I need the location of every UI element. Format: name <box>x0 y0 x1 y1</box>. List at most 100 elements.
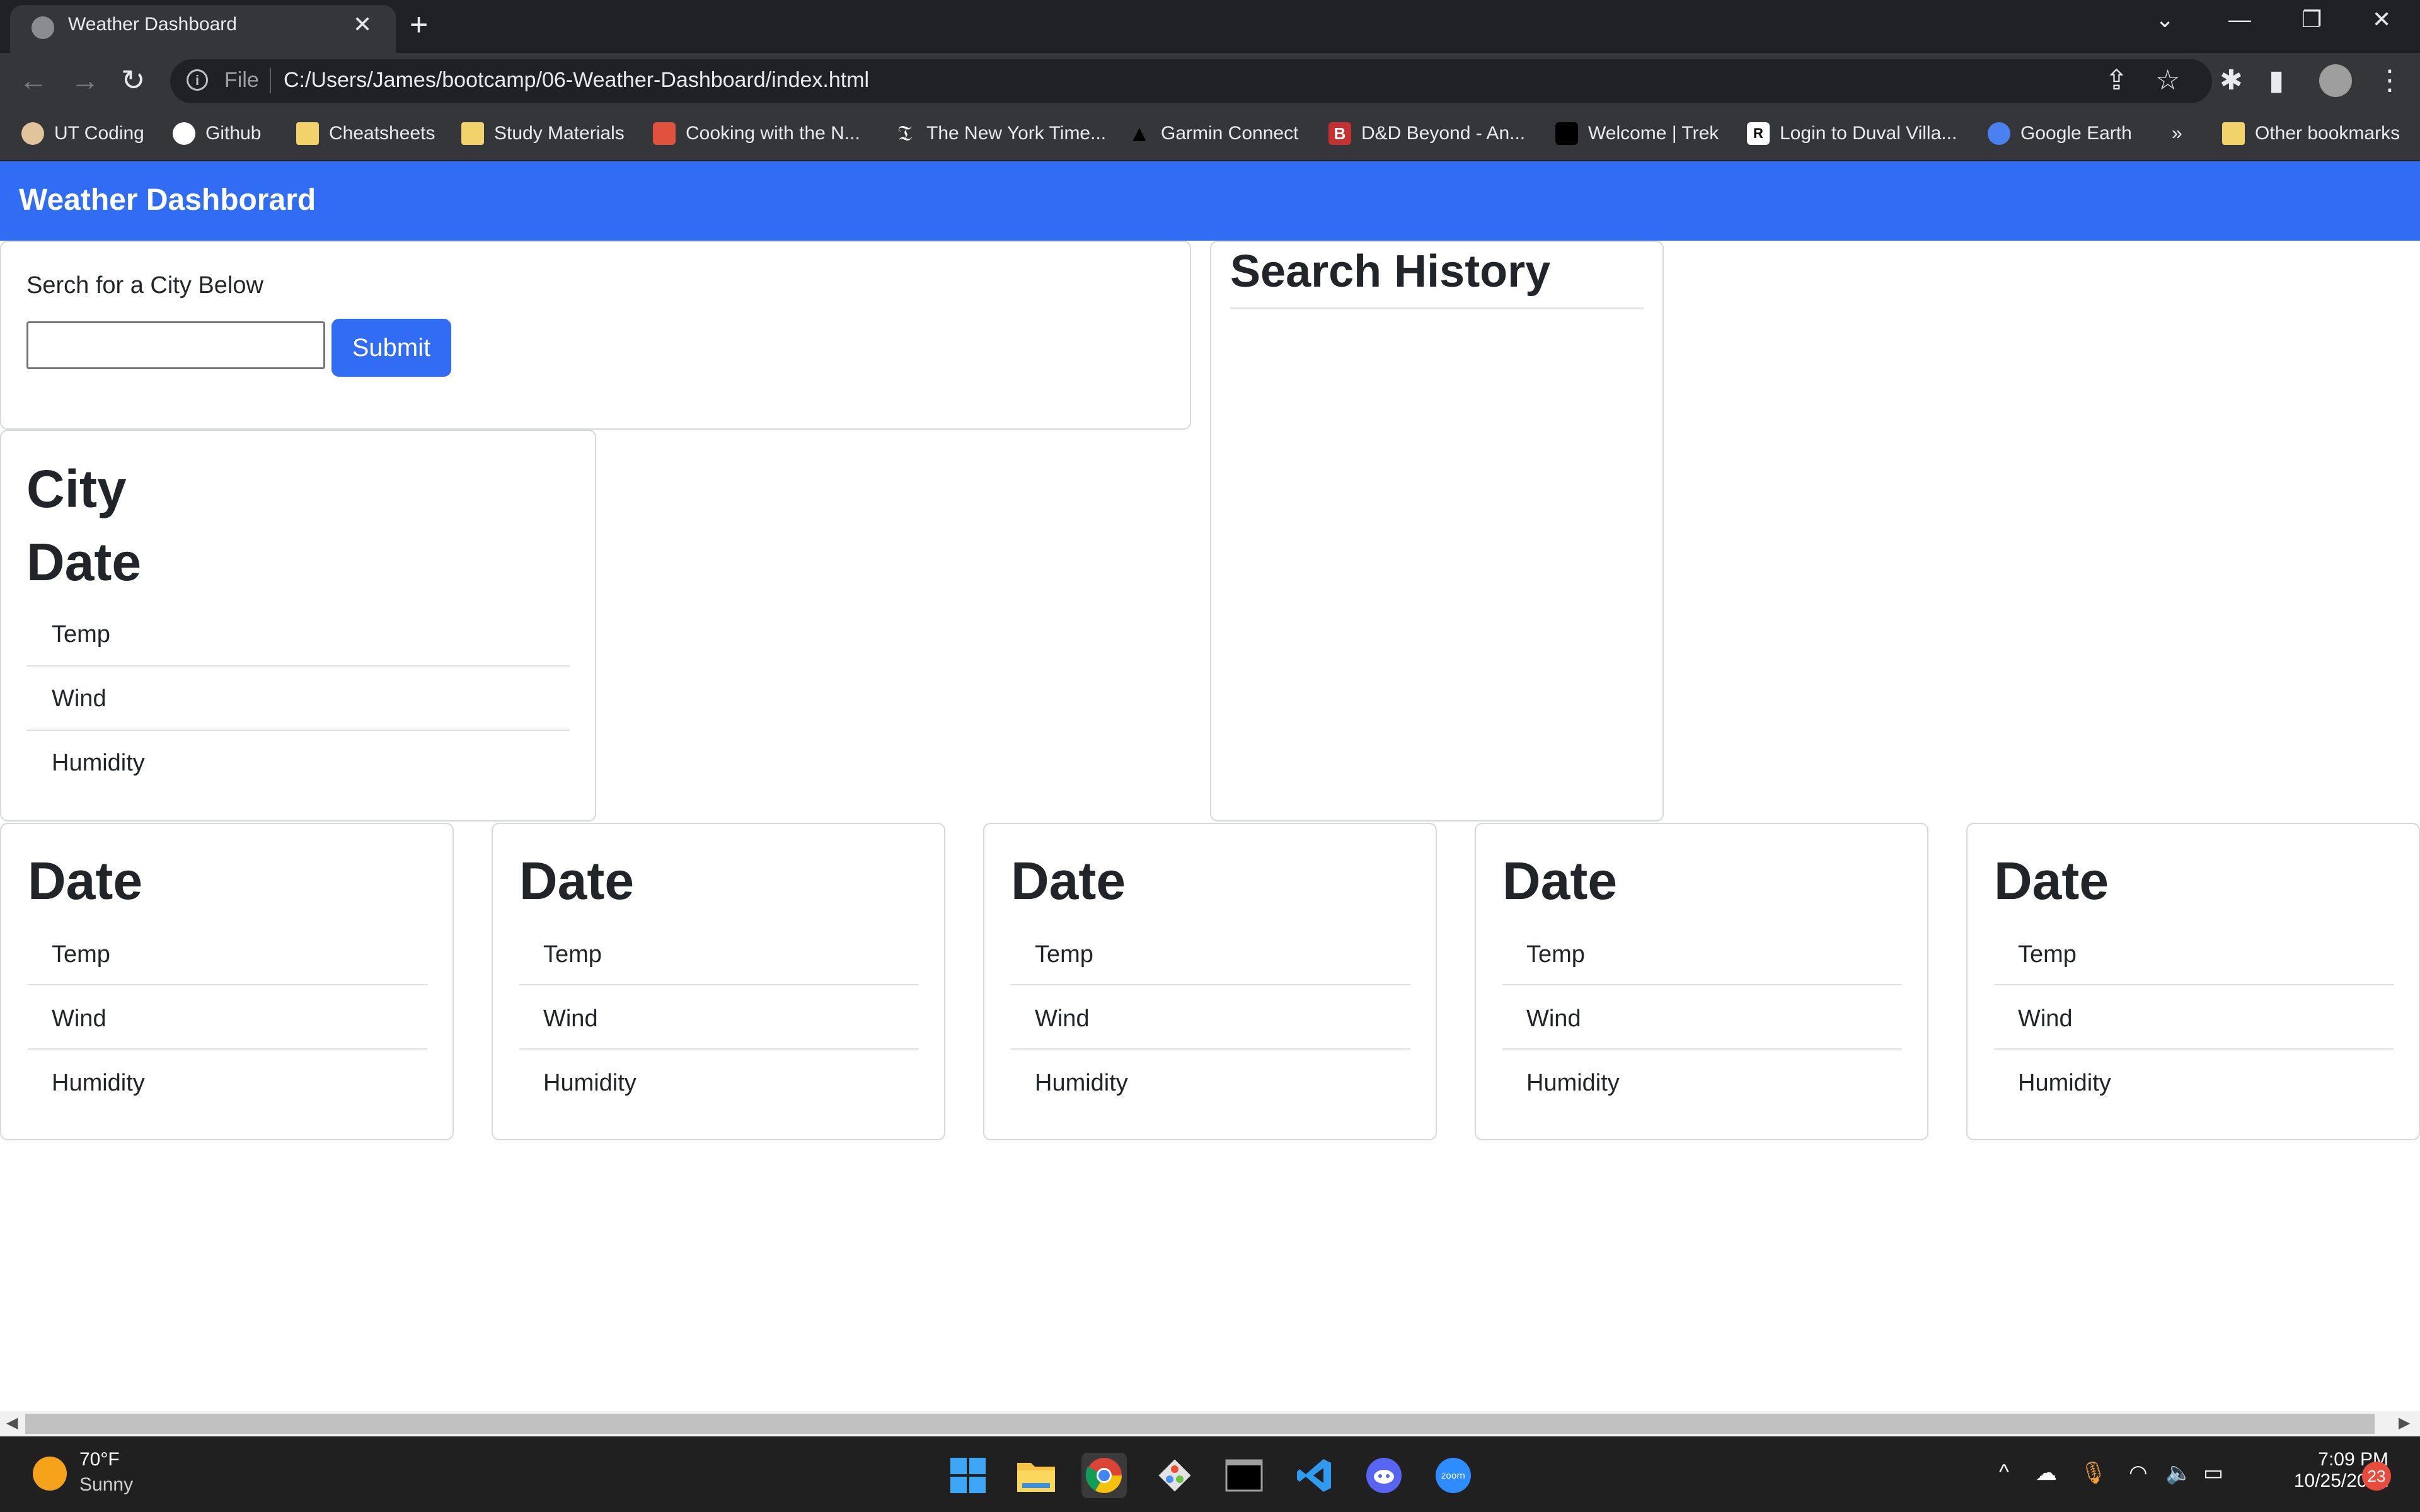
history-divider <box>1230 307 1644 309</box>
bookmark-label: Cooking with the N... <box>686 123 860 144</box>
forecast-temp: Temp <box>52 941 110 968</box>
microphone-icon[interactable]: 🎙 <box>2080 1460 2107 1486</box>
git-icon[interactable] <box>1152 1453 1197 1498</box>
extensions-icon[interactable]: ✱ <box>2220 64 2243 96</box>
bookmark-google-earth[interactable]: Google Earth <box>1988 120 2132 147</box>
notification-badge[interactable]: 23 <box>2362 1462 2391 1491</box>
wifi-icon[interactable]: ◠ <box>2129 1460 2148 1486</box>
search-history-card <box>1210 241 1664 822</box>
volume-icon[interactable]: 🔈 <box>2165 1460 2192 1486</box>
navbar <box>0 161 2420 241</box>
current-temp: Temp <box>52 621 110 648</box>
list-divider <box>1994 1048 2394 1050</box>
list-divider <box>1994 984 2394 985</box>
list-divider <box>519 984 919 985</box>
submit-button[interactable]: Submit <box>331 319 451 377</box>
close-window-button[interactable]: ✕ <box>2372 6 2391 33</box>
current-wind: Wind <box>52 685 107 712</box>
dnd-beyond-icon: B <box>1328 122 1351 145</box>
svg-text:zoom: zoom <box>1441 1471 1465 1481</box>
file-explorer-icon[interactable] <box>1013 1453 1059 1498</box>
new-tab-button[interactable]: + <box>410 6 428 43</box>
forecast-date: Date <box>1502 851 1618 910</box>
bookmark-label: UT Coding <box>54 123 144 144</box>
bookmark-github[interactable]: Github <box>173 120 261 147</box>
bookmark-nyt[interactable]: 𝔗 The New York Time... <box>894 120 1106 147</box>
bookmark-star-icon[interactable]: ☆ <box>2155 64 2180 96</box>
nyt-icon: 𝔗 <box>897 121 913 146</box>
navbar-brand[interactable]: Weather Dashborard <box>19 183 316 217</box>
tab-search-chevron-icon[interactable]: ⌄ <box>2155 6 2174 33</box>
nyt-cooking-icon <box>653 122 676 145</box>
share-icon[interactable]: ⇪ <box>2105 64 2128 96</box>
list-divider <box>1011 1048 1410 1050</box>
restore-button[interactable]: ❐ <box>2302 6 2322 33</box>
list-divider <box>26 730 570 731</box>
forecast-humidity: Humidity <box>1035 1070 1128 1096</box>
bookmark-study-materials[interactable]: Study Materials <box>461 120 625 147</box>
bookmark-label: The New York Time... <box>926 123 1107 144</box>
current-city: City <box>26 459 127 518</box>
bookmark-label: Welcome | Trek <box>1588 123 1719 144</box>
forecast-wind: Wind <box>1526 1005 1581 1032</box>
battery-icon[interactable]: ▭ <box>2203 1460 2223 1486</box>
folder-icon <box>461 122 484 145</box>
terminal-icon[interactable] <box>1221 1453 1267 1498</box>
scroll-left-arrow-icon[interactable]: ◀ <box>6 1414 18 1432</box>
more-bookmarks-button[interactable]: » <box>2172 120 2182 147</box>
back-arrow-icon[interactable]: ← <box>19 63 48 97</box>
tab-close-icon[interactable]: ✕ <box>353 11 372 38</box>
globe-icon <box>32 16 54 39</box>
bookmark-nyt-cooking[interactable]: Cooking with the N... <box>653 120 860 147</box>
folder-icon <box>296 122 319 145</box>
bookmark-trek[interactable]: Welcome | Trek <box>1555 120 1719 147</box>
zoom-icon[interactable]: zoom <box>1431 1453 1476 1498</box>
discord-icon[interactable] <box>1361 1453 1407 1498</box>
bookmark-label: Garmin Connect <box>1161 123 1299 144</box>
weather-temp[interactable]: 70°F <box>79 1449 120 1470</box>
list-divider <box>1502 984 1902 985</box>
forecast-wind: Wind <box>2018 1005 2073 1032</box>
show-hidden-icons-chevron-icon[interactable]: ^ <box>1999 1460 2009 1485</box>
forecast-temp: Temp <box>543 941 602 968</box>
list-divider <box>28 1048 427 1050</box>
weather-condition[interactable]: Sunny <box>79 1474 133 1496</box>
list-divider <box>26 665 570 667</box>
forecast-date: Date <box>519 851 635 910</box>
tab-title: Weather Dashboard <box>68 14 237 35</box>
bookmark-duval[interactable]: R Login to Duval Villa... <box>1747 120 1957 147</box>
info-icon[interactable]: i <box>187 69 208 91</box>
vscode-icon[interactable] <box>1292 1453 1337 1498</box>
bookmark-label: Google Earth <box>2020 123 2132 144</box>
file-scheme-label: File <box>224 68 259 92</box>
duval-icon: R <box>1747 122 1770 145</box>
current-date: Date <box>26 532 142 592</box>
start-icon[interactable] <box>945 1453 991 1498</box>
bookmark-garmin[interactable]: ▲ Garmin Connect <box>1128 120 1298 147</box>
forecast-humidity: Humidity <box>2018 1070 2111 1096</box>
bookmark-ut-coding[interactable]: UT Coding <box>21 120 144 147</box>
forward-arrow-icon[interactable]: → <box>71 63 100 97</box>
google-earth-icon <box>1988 122 2010 145</box>
city-search-input[interactable] <box>26 321 325 369</box>
url-text[interactable]: C:/Users/James/bootcamp/06-Weather-Dashb… <box>284 68 869 93</box>
bookmark-label: Github <box>205 123 262 144</box>
menu-kebab-icon[interactable]: ⋮ <box>2376 64 2404 96</box>
scrollbar-thumb[interactable] <box>25 1414 2375 1434</box>
taskbar <box>0 1436 2420 1512</box>
minimize-button[interactable]: — <box>2228 6 2251 33</box>
bookmark-dnd-beyond[interactable]: B D&D Beyond - An... <box>1328 120 1525 147</box>
onedrive-cloud-icon[interactable]: ☁ <box>2036 1460 2057 1486</box>
other-bookmarks[interactable]: Other bookmarks <box>2222 120 2400 147</box>
reload-icon[interactable]: ↻ <box>121 63 146 97</box>
forecast-date: Date <box>28 851 143 910</box>
bookmark-label: Cheatsheets <box>329 123 435 144</box>
side-panel-icon[interactable]: ▮ <box>2269 64 2284 96</box>
bookmark-label: Other bookmarks <box>2255 123 2400 144</box>
scroll-right-arrow-icon[interactable]: ▶ <box>2399 1414 2410 1432</box>
sun-icon[interactable] <box>33 1457 67 1491</box>
chrome-icon[interactable] <box>1081 1453 1127 1498</box>
bookmark-cheatsheets[interactable]: Cheatsheets <box>296 120 435 147</box>
bookmark-label: D&D Beyond - An... <box>1361 123 1526 144</box>
profile-avatar[interactable] <box>2319 64 2352 97</box>
